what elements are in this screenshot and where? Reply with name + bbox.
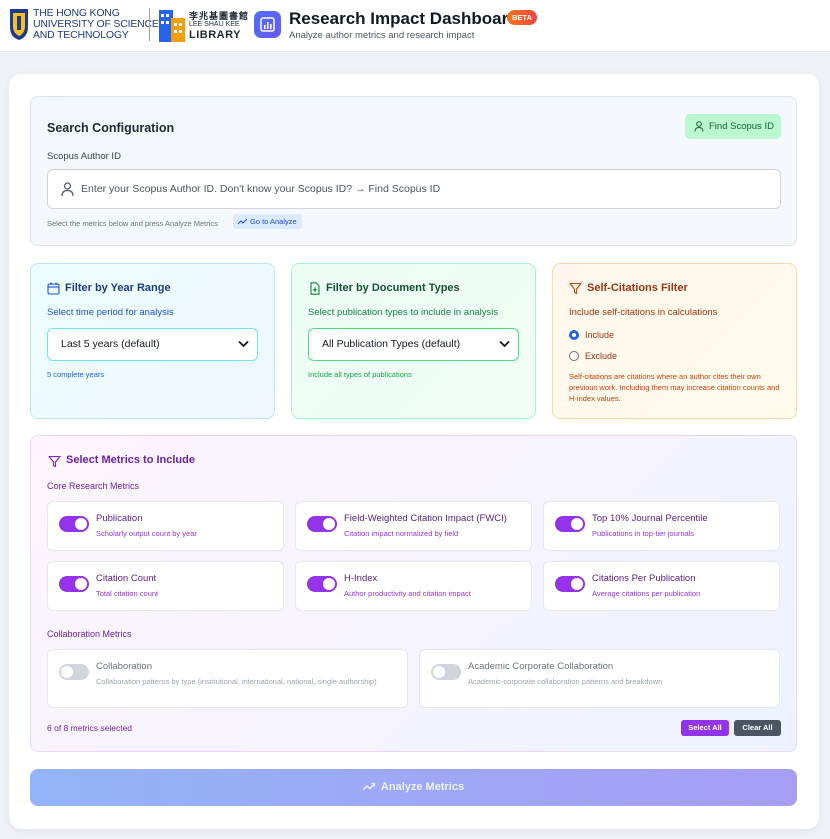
metric-description: Publications in top-tier journals <box>592 529 695 538</box>
metric-name: Citations Per Publication <box>592 573 696 584</box>
metric-name: Citation Count <box>96 573 157 584</box>
analyze-hint: Select the metrics below and press Analy… <box>47 219 218 228</box>
filter-icon <box>48 455 61 468</box>
document-types-subtitle: Select publication types to include in a… <box>308 307 499 318</box>
metric-name: H-Index <box>344 573 378 584</box>
metric-citation-count[interactable]: Citation Count Total citation count <box>47 561 284 611</box>
trending-up-icon <box>238 218 247 225</box>
main-panel: Search Configuration Find Scopus ID Scop… <box>9 74 819 829</box>
document-types-title: Filter by Document Types <box>326 282 460 294</box>
document-types-select[interactable]: All Publication Types (default) <box>308 328 519 361</box>
analyze-metrics-button[interactable]: Analyze Metrics <box>30 769 797 806</box>
year-range-footnote: 5 complete years <box>47 370 105 379</box>
clear-all-button[interactable]: Clear All <box>734 720 781 736</box>
metric-toggle[interactable] <box>307 576 337 592</box>
beta-badge: BETA <box>507 10 537 25</box>
metric-description: Scholarly output count by year <box>96 529 197 538</box>
metrics-title: Select Metrics to Include <box>66 454 195 466</box>
user-icon <box>61 182 74 197</box>
hkust-name: THE HONG KONG UNIVERSITY OF SCIENCE AND … <box>33 8 159 41</box>
chevron-down-icon <box>499 340 510 348</box>
bar-chart-app-icon <box>254 11 281 38</box>
metric-toggle[interactable] <box>59 664 89 680</box>
library-name-english: LEE SHAU KEE <box>189 21 240 28</box>
year-range-title: Filter by Year Range <box>65 282 171 294</box>
app-title: Research Impact Dashboard <box>289 9 519 28</box>
filter-icon <box>569 282 582 295</box>
metric-description: Total citation count <box>96 589 159 598</box>
metric-publication[interactable]: Publication Scholarly output count by ye… <box>47 501 284 551</box>
hkust-crest-icon <box>10 9 28 40</box>
find-scopus-id-button[interactable]: Find Scopus ID <box>685 114 781 139</box>
metric-description: Citation impact normalized by field <box>344 529 459 538</box>
select-all-button[interactable]: Select All <box>681 720 729 736</box>
go-to-analyze-button[interactable]: Go to Analyze <box>233 214 302 229</box>
app-header: THE HONG KONG UNIVERSITY OF SCIENCE AND … <box>0 0 830 52</box>
library-logo[interactable]: 李兆基圖書館 LEE SHAU KEE LIBRARY <box>159 8 249 42</box>
metric-description: Collaboration patterns by type (institut… <box>96 677 377 686</box>
metric-toggle[interactable] <box>555 516 585 532</box>
app-subtitle: Analyze author metrics and research impa… <box>289 30 475 41</box>
calendar-icon <box>47 282 60 295</box>
go-to-analyze-label: Go to Analyze <box>250 217 297 226</box>
scopus-author-id-field[interactable] <box>47 169 781 209</box>
metric-toggle[interactable] <box>59 516 89 532</box>
year-range-filter-card: Filter by Year Range Select time period … <box>30 263 275 419</box>
metric-academic-corporate-collaboration[interactable]: Academic Corporate Collaboration Academi… <box>419 649 780 708</box>
document-types-filter-card: Filter by Document Types Select publicat… <box>291 263 536 419</box>
metric-description: Author productivity and citation impact <box>344 589 471 598</box>
document-types-selected: All Publication Types (default) <box>322 338 461 350</box>
metric-name: Collaboration <box>96 661 152 672</box>
self-citations-note: Self-citations are citations where an au… <box>569 372 780 403</box>
scopus-author-id-input[interactable] <box>81 170 771 208</box>
logo-divider <box>149 8 150 41</box>
selected-metrics-count: 6 of 8 metrics selected <box>47 723 133 733</box>
metric-description: Average citations per publication <box>592 589 701 598</box>
year-range-selected: Last 5 years (default) <box>61 338 160 350</box>
search-configuration-title: Search Configuration <box>47 121 175 135</box>
metric-top-10-journal-percentile[interactable]: Top 10% Journal Percentile Publications … <box>543 501 780 551</box>
metric-name: Publication <box>96 513 143 524</box>
find-scopus-id-label: Find Scopus ID <box>709 121 774 132</box>
core-metrics-label: Core Research Metrics <box>47 481 140 491</box>
user-icon <box>694 121 704 132</box>
scopus-author-id-label: Scopus Author ID <box>47 151 121 162</box>
metric-toggle[interactable] <box>555 576 585 592</box>
metric-collaboration[interactable]: Collaboration Collaboration patterns by … <box>47 649 408 708</box>
document-types-footnote: Include all types of publications <box>308 370 412 379</box>
include-radio[interactable] <box>569 330 579 340</box>
exclude-radio[interactable] <box>569 351 579 361</box>
metric-toggle[interactable] <box>59 576 89 592</box>
metric-toggle[interactable] <box>307 516 337 532</box>
hkust-line-3: AND TECHNOLOGY <box>33 29 129 41</box>
collaboration-metrics-label: Collaboration Metrics <box>47 629 132 639</box>
self-citations-filter-card: Self-Citations Filter Include self-citat… <box>552 263 797 419</box>
metric-h-index[interactable]: H-Index Author productivity and citation… <box>295 561 532 611</box>
hkust-logo[interactable]: THE HONG KONG UNIVERSITY OF SCIENCE AND … <box>8 7 159 43</box>
metric-fwci[interactable]: Field-Weighted Citation Impact (FWCI) Ci… <box>295 501 532 551</box>
search-configuration-card: Search Configuration Find Scopus ID Scop… <box>30 96 797 246</box>
metric-name: Top 10% Journal Percentile <box>592 513 708 524</box>
analyze-metrics-label: Analyze Metrics <box>380 781 465 793</box>
self-citations-subtitle: Include self-citations in calculations <box>569 307 718 318</box>
library-building-icon <box>159 10 185 42</box>
exclude-label: Exclude <box>585 351 618 361</box>
year-range-subtitle: Select time period for analysis <box>47 307 174 318</box>
include-label: Include <box>585 330 615 340</box>
metrics-selection-card: Select Metrics to Include Core Research … <box>30 435 797 752</box>
year-range-select[interactable]: Last 5 years (default) <box>47 328 258 361</box>
library-word: LIBRARY <box>189 29 241 41</box>
metric-citations-per-publication[interactable]: Citations Per Publication Average citati… <box>543 561 780 611</box>
chevron-down-icon <box>238 340 249 348</box>
self-citations-title: Self-Citations Filter <box>587 282 688 294</box>
trending-up-icon <box>362 782 375 791</box>
file-plus-icon <box>310 282 320 295</box>
metric-description: Academic-corporate collaboration pattern… <box>468 677 663 686</box>
metric-name: Field-Weighted Citation Impact (FWCI) <box>344 513 507 524</box>
metric-name: Academic Corporate Collaboration <box>468 661 614 672</box>
metric-toggle[interactable] <box>431 664 461 680</box>
